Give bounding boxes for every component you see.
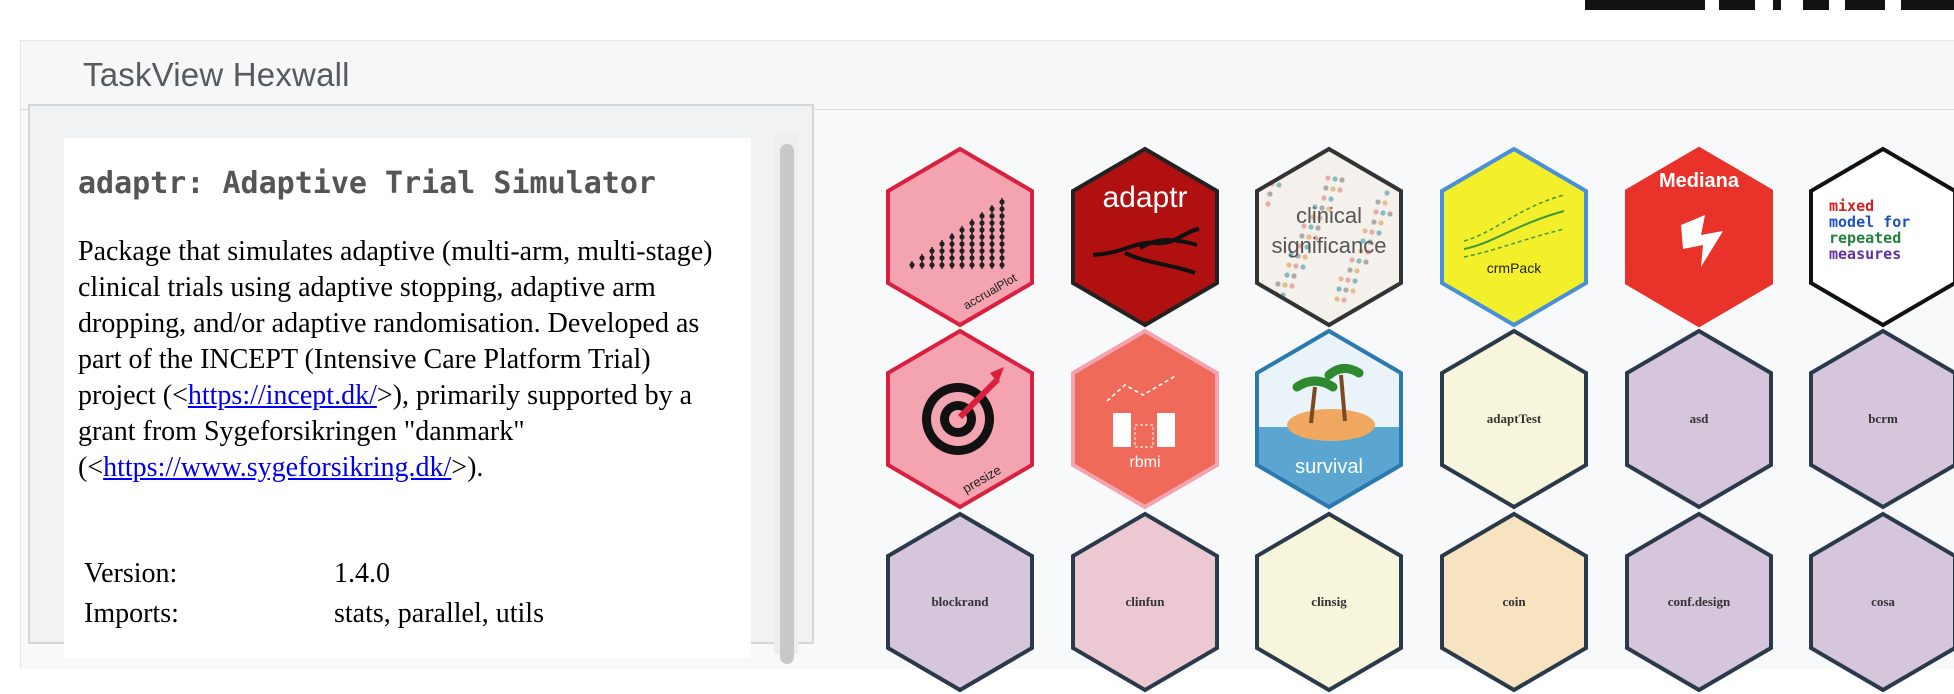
hex-sticker-crmpack[interactable]: crmPack [1434, 145, 1594, 329]
meta-row-version: Version: 1.4.0 [84, 558, 544, 598]
corner-logo [1585, 0, 1954, 10]
hex-shape: rbmi [1071, 328, 1219, 510]
description-text: >). [451, 452, 484, 483]
hex-sticker-clinical-significance[interactable]: clinical significance [1249, 145, 1409, 329]
hex-shape: coin [1440, 511, 1588, 693]
hex-sticker-asd[interactable]: asd [1619, 327, 1779, 511]
meta-value: 1.4.0 [334, 558, 390, 589]
hex-label: survival [1295, 456, 1363, 478]
hex-label: cosa [1871, 594, 1895, 609]
hex-shape: crmPack [1440, 146, 1588, 328]
meta-key: Version: [84, 558, 178, 589]
meta-value: stats, parallel, utils [334, 598, 544, 629]
meta-row-imports: Imports: stats, parallel, utils [84, 598, 544, 638]
hex-shape: adaptTest [1440, 328, 1588, 510]
hex-sticker-adapttest[interactable]: adaptTest [1434, 327, 1594, 511]
hex-label: Mediana [1659, 170, 1740, 192]
package-detail-content[interactable]: adaptr: Adaptive Trial Simulator Package… [64, 138, 751, 658]
hex-shape: clinsig [1255, 511, 1403, 693]
package-meta-table: Version: 1.4.0 Imports: stats, parallel,… [84, 558, 544, 638]
hex-label: blockrand [931, 594, 989, 609]
package-description: Package that simulates adaptive (multi-a… [78, 234, 718, 486]
hex-label: rbmi [1129, 454, 1160, 471]
hex-shape: accrualPlot [886, 146, 1034, 328]
hex-label: significance [1272, 233, 1387, 258]
hex-label: adaptTest [1487, 411, 1542, 426]
incept-link[interactable]: https://incept.dk/ [188, 380, 377, 411]
hex-sticker-clinfun[interactable]: clinfun [1065, 510, 1225, 694]
hex-shape: adaptr [1071, 146, 1219, 328]
hex-label: adaptr [1102, 181, 1187, 214]
hex-sticker-blockrand[interactable]: blockrand [880, 510, 1040, 694]
hex-label: clinsig [1311, 594, 1347, 609]
hex-sticker-bcrm[interactable]: bcrm [1803, 327, 1954, 511]
hex-shape: conf.design [1625, 511, 1773, 693]
hex-shape: bcrm [1809, 328, 1954, 510]
hex-label: clinical [1296, 203, 1362, 228]
hex-shape: cosa [1809, 511, 1954, 693]
scrollbar-thumb[interactable] [780, 144, 794, 664]
hex-sticker-presize[interactable]: presize [880, 327, 1040, 511]
hex-label: crmPack [1487, 260, 1542, 276]
hex-sticker-survival[interactable]: survival [1249, 327, 1409, 511]
hex-shape: clinical significance [1255, 146, 1403, 328]
hex-shape: asd [1625, 328, 1773, 510]
hex-sticker-clinsig[interactable]: clinsig [1249, 510, 1409, 694]
hex-shape: Mediana [1625, 146, 1773, 328]
hex-sticker-adaptr[interactable]: adaptr [1065, 145, 1225, 329]
hex-sticker-cosa[interactable]: cosa [1803, 510, 1954, 694]
panel-scrollbar[interactable] [774, 134, 798, 664]
sygeforsikring-link[interactable]: https://www.sygeforsikring.dk/ [103, 452, 451, 483]
package-title: adaptr: Adaptive Trial Simulator [78, 166, 656, 201]
hex-shape: mixedmodel forrepeatedmeasures [1809, 146, 1954, 328]
hex-shape: presize [886, 328, 1034, 510]
hex-label: clinfun [1125, 594, 1165, 609]
hex-sticker-conf-design[interactable]: conf.design [1619, 510, 1779, 694]
package-detail-panel: adaptr: Adaptive Trial Simulator Package… [28, 104, 814, 664]
hex-sticker-mixed-model-for-repeated-measures[interactable]: mixed model for repeated measures [1803, 145, 1954, 329]
hex-label: asd [1690, 411, 1710, 426]
hex-sticker-coin[interactable]: coin [1434, 510, 1594, 694]
page-title: TaskView Hexwall [83, 56, 350, 93]
hex-sticker-accrualplot[interactable]: accrualPlot [880, 145, 1040, 329]
hex-shape: survival [1255, 328, 1403, 510]
hex-label: conf.design [1668, 594, 1731, 609]
card-header: TaskView Hexwall [21, 41, 1954, 110]
hex-shape: blockrand [886, 511, 1034, 693]
hex-label: bcrm [1868, 411, 1898, 426]
hex-shape: clinfun [1071, 511, 1219, 693]
hexwall-grid: accrualPlot adaptr clinical significance crm… [855, 145, 1954, 693]
hex-sticker-rbmi[interactable]: rbmi [1065, 327, 1225, 511]
hex-label: coin [1502, 594, 1526, 609]
hex-sticker-mediana[interactable]: Mediana [1619, 145, 1779, 329]
hex-label: measures [1829, 245, 1901, 263]
meta-key: Imports: [84, 598, 179, 629]
